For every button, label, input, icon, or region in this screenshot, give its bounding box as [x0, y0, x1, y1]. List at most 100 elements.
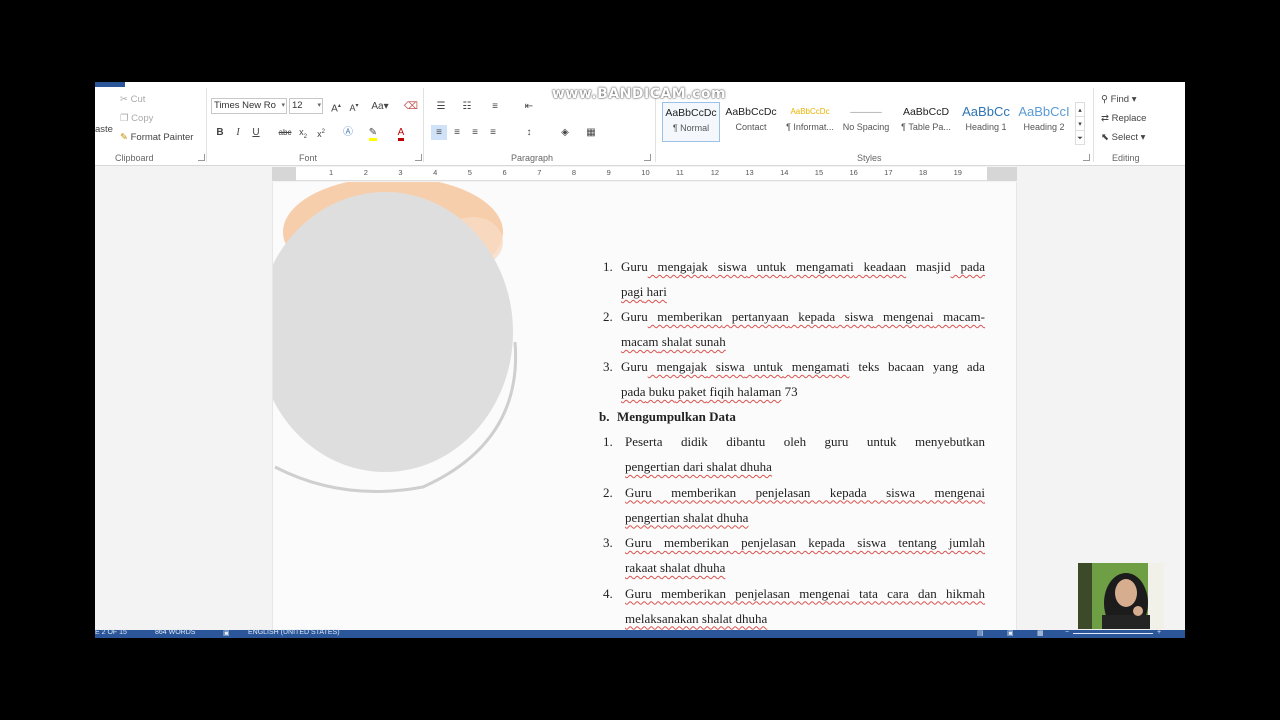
style-preview: AaBbCcDc [725, 106, 777, 118]
font-family-combo[interactable]: Times New Ro ▾ [211, 98, 287, 114]
style-tile[interactable]: AaBbCcDc Contact [722, 102, 780, 142]
ruler-number: 19 [953, 168, 962, 177]
word: ada [958, 359, 985, 374]
highlight-color-icon[interactable]: ✎ [365, 125, 381, 141]
proofing-icon[interactable]: ▣ [223, 629, 230, 637]
ruler-right-margin [987, 167, 1017, 181]
line-text: Peserta didik dibantu oleh guru untuk me… [625, 434, 985, 449]
word: siswa [708, 259, 747, 274]
clipboard-group-label: Clipboard [115, 153, 154, 163]
text-effects-icon[interactable]: Ⓐ [340, 125, 356, 140]
justify-icon[interactable]: ≡ [485, 125, 501, 140]
grow-font-button[interactable]: A▴ [328, 99, 344, 114]
word-window: aste ✂ Cut ❐ Copy ✎ Format Painter Clipb… [95, 82, 1185, 638]
clear-formatting-icon[interactable]: ⌫ [403, 99, 419, 114]
word: pada [950, 259, 985, 274]
ruler-number: 1 [329, 168, 334, 177]
bold-button[interactable]: B [212, 125, 228, 140]
superscript-button[interactable]: x2 [313, 125, 329, 140]
styles-group-label: Styles [857, 153, 882, 163]
style-tile[interactable]: AaBbCcD ¶ Table Pa... [897, 102, 955, 142]
gallery-up-icon[interactable]: ▴ [1075, 102, 1085, 117]
read-mode-icon[interactable]: ▤ [977, 629, 984, 637]
strikethrough-button[interactable]: abc [275, 125, 295, 140]
font-size-combo[interactable]: 12 ▾ [289, 98, 323, 114]
file-tab-accent[interactable] [95, 82, 125, 87]
line-spacing-icon[interactable]: ↕ [519, 125, 539, 140]
style-preview: AaBbCcI [1018, 104, 1070, 119]
list-item-line: Guru memberikan penjelasan kepada siswa … [625, 535, 985, 551]
style-name: Heading 1 [965, 122, 1007, 132]
word-count[interactable]: 864 WORDS [155, 629, 195, 636]
ruler-number: 17 [884, 168, 893, 177]
list-item-line: Guru memberikan penjelasan mengenai tata… [625, 586, 985, 602]
shading-icon[interactable]: ◈ [555, 125, 575, 140]
word: masjid [906, 259, 951, 274]
language-indicator[interactable]: ENGLISH (UNITED STATES) [248, 629, 340, 636]
word: mengajak [647, 259, 709, 274]
styles-dialog-launcher[interactable] [1083, 154, 1090, 161]
font-dialog-launcher[interactable] [415, 154, 422, 161]
align-right-icon[interactable]: ≡ [467, 125, 483, 140]
list-number: 2. [603, 309, 613, 324]
decrease-indent-icon[interactable]: ⇤ [521, 99, 537, 114]
align-center-icon[interactable]: ≡ [449, 125, 465, 140]
print-layout-icon[interactable]: ▣ [1007, 629, 1014, 637]
ruler-number: 2 [363, 168, 368, 177]
format-painter-button[interactable]: ✎ Format Painter [120, 132, 193, 143]
cut-button[interactable]: ✂ Cut [120, 94, 145, 105]
subscript-button[interactable]: x2 [295, 125, 311, 140]
underline-button[interactable]: U [248, 125, 264, 140]
list-item-line: rakaat shalat dhuha [625, 560, 725, 576]
gallery-more-icon[interactable]: ⏷ [1075, 130, 1085, 145]
document-page[interactable]: 1. Guru mengajak siswa untuk mengamati ke… [272, 182, 1017, 638]
clipboard-dialog-launcher[interactable] [198, 154, 205, 161]
paintbrush-icon: ✎ [120, 132, 128, 143]
gallery-down-icon[interactable]: ▾ [1075, 116, 1085, 131]
word: pada [621, 384, 646, 399]
page-count[interactable]: E 2 OF 15 [95, 629, 127, 636]
select-button[interactable]: ⬉ Select ▾ [1101, 132, 1145, 143]
word: pertanyaan [722, 309, 789, 324]
word: kepada [788, 309, 836, 324]
line-text: melaksanakan shalat dhuha [625, 610, 768, 626]
style-tile[interactable]: AaBbCc Heading 1 [957, 102, 1015, 142]
copy-button[interactable]: ❐ Copy [120, 113, 153, 124]
italic-button[interactable]: I [230, 125, 246, 140]
style-tile[interactable]: AaBbCcI Heading 2 [1015, 102, 1073, 142]
zoom-in-icon[interactable]: + [1157, 629, 1161, 636]
shrink-font-button[interactable]: A▾ [346, 99, 362, 114]
word: memberikan [647, 309, 723, 324]
bullets-icon[interactable]: ☰ [431, 99, 451, 114]
word: hari [643, 284, 667, 299]
webcam-overlay [1078, 563, 1164, 629]
ruler-number: 6 [502, 168, 507, 177]
font-color-icon[interactable]: A [393, 125, 409, 141]
list-number: 1. [603, 259, 613, 274]
replace-button[interactable]: ⇄ Replace [1101, 113, 1146, 124]
style-tile[interactable]: AaBbCcDc ¶ Informat... [781, 102, 839, 142]
numbering-icon[interactable]: ☷ [457, 99, 477, 114]
word: untuk [744, 359, 784, 374]
borders-icon[interactable]: ▦ [581, 125, 601, 140]
status-bar: E 2 OF 15 864 WORDS ▣ ENGLISH (UNITED ST… [95, 629, 1185, 638]
multilevel-list-icon[interactable]: ≡ [485, 99, 505, 114]
zoom-out-icon[interactable]: − [1065, 629, 1069, 636]
change-case-button[interactable]: Aa▾ [369, 99, 391, 114]
align-left-icon[interactable]: ≡ [431, 125, 447, 140]
web-layout-icon[interactable]: ▦ [1037, 629, 1044, 637]
paragraph-dialog-launcher[interactable] [644, 154, 651, 161]
list-number: 1. [603, 434, 613, 449]
copy-icon: ❐ [120, 113, 129, 124]
horizontal-ruler[interactable]: 1 2 3 4 5 6 7 8 9 10 11 12 13 14 15 16 17 18 19 [272, 167, 1017, 181]
word: Guru [621, 309, 648, 324]
style-tile[interactable]: AaBbCcDc ¶ Normal [662, 102, 720, 142]
word: Guru [621, 359, 648, 374]
find-button[interactable]: ⚲ Find ▾ [1101, 94, 1137, 105]
style-name: ¶ Normal [672, 123, 710, 133]
zoom-slider[interactable] [1073, 633, 1153, 634]
paste-button-label[interactable]: aste [95, 124, 113, 135]
word: mengajak [647, 359, 708, 374]
word: 73 [781, 384, 798, 399]
style-tile[interactable]: ——— No Spacing [837, 102, 895, 142]
